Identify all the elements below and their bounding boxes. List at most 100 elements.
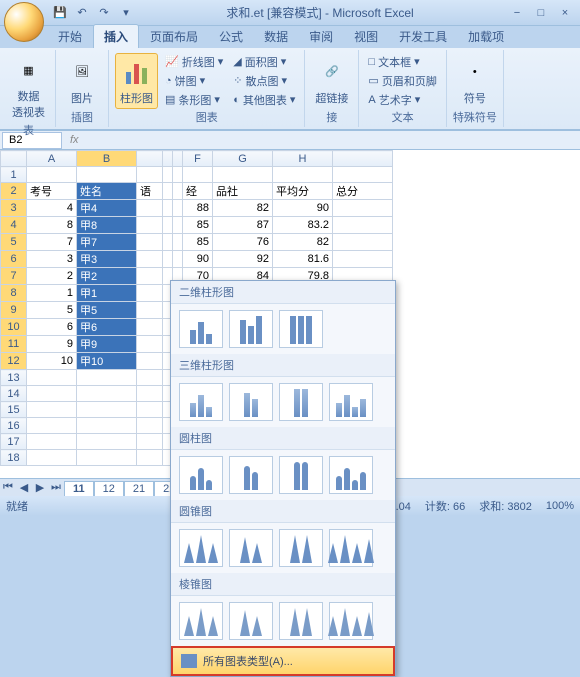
- cell[interactable]: 82: [273, 234, 333, 251]
- cell[interactable]: 2: [27, 268, 77, 285]
- cell[interactable]: [137, 217, 163, 234]
- column-header[interactable]: [137, 151, 163, 167]
- cell[interactable]: [27, 167, 77, 183]
- cell[interactable]: [273, 167, 333, 183]
- cell[interactable]: [137, 450, 163, 466]
- cell[interactable]: 83.2: [273, 217, 333, 234]
- cell[interactable]: 甲9: [77, 336, 137, 353]
- cell[interactable]: 甲4: [77, 200, 137, 217]
- cell[interactable]: 1: [27, 285, 77, 302]
- sheet-tab[interactable]: 11: [64, 481, 94, 496]
- cell[interactable]: [173, 167, 183, 183]
- cell[interactable]: [333, 200, 393, 217]
- cell[interactable]: [137, 434, 163, 450]
- wordart-button[interactable]: A艺术字▾: [365, 91, 439, 109]
- chart-type-cylinder-stacked[interactable]: [229, 456, 273, 494]
- office-button[interactable]: [4, 2, 44, 42]
- cell[interactable]: [173, 234, 183, 251]
- cell[interactable]: [137, 319, 163, 336]
- row-header[interactable]: 4: [1, 217, 27, 234]
- spreadsheet-grid[interactable]: ABFGH12考号姓名语经品社平均分总分34甲488829048甲8858783…: [0, 150, 580, 478]
- cell[interactable]: 90: [183, 251, 213, 268]
- row-header[interactable]: 16: [1, 418, 27, 434]
- cell[interactable]: [137, 200, 163, 217]
- row-header[interactable]: 3: [1, 200, 27, 217]
- cell[interactable]: 甲7: [77, 234, 137, 251]
- header-footer-button[interactable]: ▭页眉和页脚: [365, 72, 439, 90]
- cell[interactable]: 8: [27, 217, 77, 234]
- chart-type-3d-stacked[interactable]: [229, 383, 273, 421]
- line-chart-button[interactable]: 📈折线图▾: [162, 53, 226, 71]
- cell[interactable]: 9: [27, 336, 77, 353]
- cell[interactable]: 语: [137, 183, 163, 200]
- chart-type-stacked-column[interactable]: [229, 310, 273, 348]
- tab-layout[interactable]: 页面布局: [140, 25, 208, 48]
- row-header[interactable]: 6: [1, 251, 27, 268]
- minimize-button[interactable]: −: [506, 5, 528, 21]
- row-header[interactable]: 7: [1, 268, 27, 285]
- chart-type-pyramid-clustered[interactable]: [179, 602, 223, 640]
- other-charts-button[interactable]: ◐其他图表▾: [230, 91, 298, 109]
- cell[interactable]: [137, 285, 163, 302]
- cell[interactable]: [163, 183, 173, 200]
- cell[interactable]: 经: [183, 183, 213, 200]
- cell[interactable]: [137, 302, 163, 319]
- cell[interactable]: [333, 217, 393, 234]
- chart-type-cone-100stacked[interactable]: [279, 529, 323, 567]
- chart-type-cone-stacked[interactable]: [229, 529, 273, 567]
- symbol-button[interactable]: • 符号: [455, 54, 495, 108]
- row-header[interactable]: 8: [1, 285, 27, 302]
- row-header[interactable]: 11: [1, 336, 27, 353]
- scatter-chart-button[interactable]: ⁘散点图▾: [230, 72, 298, 90]
- row-header[interactable]: 18: [1, 450, 27, 466]
- tab-developer[interactable]: 开发工具: [389, 25, 457, 48]
- cell[interactable]: 平均分: [273, 183, 333, 200]
- cell[interactable]: [173, 217, 183, 234]
- tab-home[interactable]: 开始: [48, 25, 92, 48]
- cell[interactable]: [77, 370, 137, 386]
- select-all-cell[interactable]: [1, 151, 27, 167]
- cell[interactable]: [27, 370, 77, 386]
- cell[interactable]: [137, 386, 163, 402]
- cell[interactable]: [77, 386, 137, 402]
- column-chart-button[interactable]: 柱形图: [115, 53, 158, 109]
- chart-type-clustered-column[interactable]: [179, 310, 223, 348]
- cell[interactable]: [137, 418, 163, 434]
- cell[interactable]: [27, 450, 77, 466]
- cell[interactable]: [163, 200, 173, 217]
- undo-icon[interactable]: ↶: [74, 5, 90, 21]
- tab-review[interactable]: 审阅: [299, 25, 343, 48]
- row-header[interactable]: 12: [1, 353, 27, 370]
- picture-button[interactable]: 🖼 图片: [62, 54, 102, 108]
- cell[interactable]: 4: [27, 200, 77, 217]
- sheet-nav-last[interactable]: ⏭: [48, 481, 64, 494]
- cell[interactable]: [163, 217, 173, 234]
- chart-type-cylinder-clustered[interactable]: [179, 456, 223, 494]
- cell[interactable]: 85: [183, 217, 213, 234]
- cell[interactable]: [173, 183, 183, 200]
- cell[interactable]: [333, 234, 393, 251]
- column-header[interactable]: B: [77, 151, 137, 167]
- cell[interactable]: 76: [213, 234, 273, 251]
- sheet-tab[interactable]: 21: [124, 481, 154, 496]
- column-header[interactable]: F: [183, 151, 213, 167]
- chart-type-3d-pyramid[interactable]: [329, 602, 373, 640]
- cell[interactable]: 品社: [213, 183, 273, 200]
- cell[interactable]: [137, 353, 163, 370]
- cell[interactable]: 6: [27, 319, 77, 336]
- row-header[interactable]: 15: [1, 402, 27, 418]
- cell[interactable]: 甲10: [77, 353, 137, 370]
- row-header[interactable]: 2: [1, 183, 27, 200]
- cell[interactable]: 85: [183, 234, 213, 251]
- pie-chart-button[interactable]: ◔饼图▾: [162, 72, 226, 90]
- area-chart-button[interactable]: ◢面积图▾: [230, 53, 298, 71]
- save-icon[interactable]: 💾: [52, 5, 68, 21]
- row-header[interactable]: 10: [1, 319, 27, 336]
- chart-type-cone-clustered[interactable]: [179, 529, 223, 567]
- cell[interactable]: [137, 234, 163, 251]
- cell[interactable]: 88: [183, 200, 213, 217]
- row-header[interactable]: 17: [1, 434, 27, 450]
- cell[interactable]: 甲1: [77, 285, 137, 302]
- cell[interactable]: 甲2: [77, 268, 137, 285]
- cell[interactable]: 92: [213, 251, 273, 268]
